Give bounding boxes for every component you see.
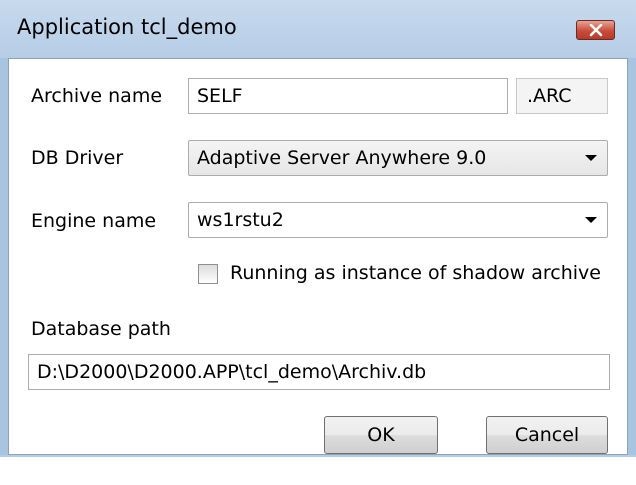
title-bar[interactable]: Application tcl_demo (0, 0, 636, 58)
archive-name-input[interactable]: SELF (188, 78, 508, 114)
close-x-icon (589, 24, 603, 37)
db-driver-label: DB Driver (31, 147, 124, 169)
archive-name-label: Archive name (31, 85, 163, 107)
dialog-body (8, 58, 628, 455)
db-driver-dropdown[interactable]: Adaptive Server Anywhere 9.0 (188, 140, 608, 176)
database-path-label: Database path (31, 318, 171, 340)
shadow-archive-label[interactable]: Running as instance of shadow archive (230, 262, 601, 284)
chevron-down-icon (585, 217, 597, 223)
window-title: Application tcl_demo (17, 15, 237, 39)
db-driver-value: Adaptive Server Anywhere 9.0 (197, 147, 487, 169)
engine-name-label: Engine name (31, 210, 157, 232)
shadow-archive-checkbox[interactable] (198, 264, 218, 284)
ok-button[interactable]: OK (324, 416, 438, 454)
close-button[interactable] (576, 20, 615, 40)
engine-name-value: ws1rstu2 (197, 209, 284, 231)
window-frame-line (0, 455, 636, 457)
engine-name-combobox[interactable]: ws1rstu2 (188, 202, 608, 238)
archive-extension: .ARC (516, 78, 608, 114)
chevron-down-icon (585, 155, 597, 161)
dialog-window: Application tcl_demo Archive name SELF .… (0, 0, 636, 485)
database-path-input[interactable]: D:\D2000\D2000.APP\tcl_demo\Archiv.db (28, 354, 610, 390)
cancel-button[interactable]: Cancel (486, 416, 608, 454)
window-bottom-edge (0, 455, 636, 485)
